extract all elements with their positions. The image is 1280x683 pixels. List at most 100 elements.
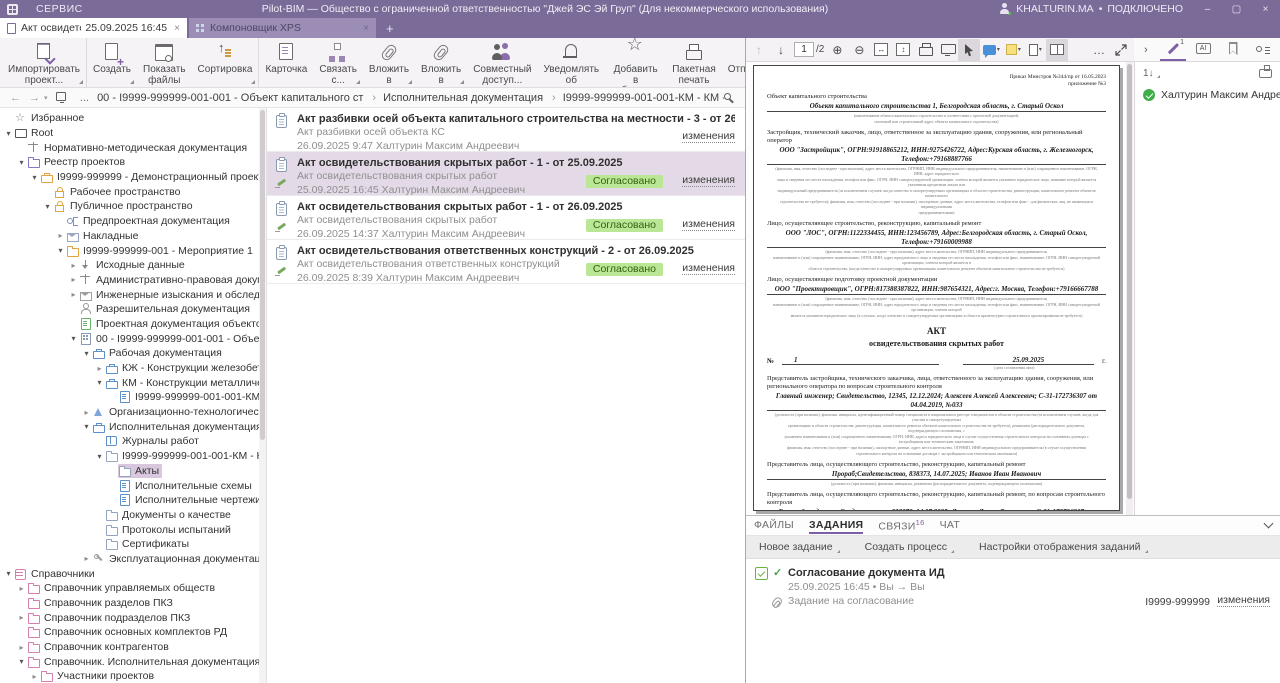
page-up-icon[interactable]: ↑ — [748, 39, 770, 61]
tree-item[interactable]: Справочник. Исполнительная документация — [0, 654, 259, 669]
page-number-input[interactable]: 1 — [794, 42, 814, 57]
toolbar-button[interactable]: Связать с... — [313, 38, 363, 87]
tree-item[interactable]: Рабочее пространство — [0, 184, 259, 199]
tree-item[interactable]: Организационно-технологическая док... — [0, 405, 259, 420]
breadcrumb-item[interactable]: Исполнительная документация — [365, 92, 545, 104]
tree-item[interactable]: Участники проектов — [0, 669, 259, 683]
toolbar-button[interactable]: Совместный доступ... — [467, 38, 537, 87]
tree-item[interactable]: Исходные данные — [0, 258, 259, 273]
toolbar-button[interactable]: Вложить в процесс — [415, 38, 467, 87]
tree-item[interactable]: Рабочая документация — [0, 346, 259, 361]
tree-item[interactable]: Справочник управляемых обществ — [0, 581, 259, 596]
expander-icon[interactable] — [81, 349, 92, 358]
history-dropdown-icon[interactable]: ▾ — [44, 94, 50, 102]
tree-item[interactable]: Эксплуатационная документация — [0, 552, 259, 567]
viewer-scrollbar[interactable] — [1126, 62, 1133, 515]
tree-item[interactable]: Root — [0, 126, 259, 141]
minimize-button[interactable]: – — [1193, 0, 1222, 18]
changes-link[interactable]: изменения — [682, 219, 735, 231]
tree-item[interactable]: I9999-999999-001-001-КМ - КМ - Кон... — [0, 449, 259, 464]
toolbar-button[interactable]: Создать — [86, 38, 137, 87]
tree-item[interactable]: Протоколы испытаний — [0, 522, 259, 537]
expander-icon[interactable] — [94, 378, 105, 387]
changes-link[interactable]: изменения — [682, 131, 735, 143]
tasks-toolbar-button[interactable]: Создать процесс — [860, 541, 954, 553]
expander-icon[interactable] — [68, 290, 79, 299]
toolbar-button[interactable]: Карточка — [258, 38, 313, 87]
close-button[interactable]: × — [1251, 0, 1280, 18]
tree-item[interactable]: Справочник контрагентов — [0, 640, 259, 655]
document-list-item[interactable]: Акт освидетельствования скрытых работ - … — [267, 152, 745, 196]
tree-item[interactable]: Исполнительная документация — [0, 419, 259, 434]
breadcrumb-item[interactable]: I9999-999999-001-001-КМ - КМ - Конструкц… — [545, 92, 724, 104]
tree-item[interactable]: Акты — [0, 464, 259, 479]
toolbar-button[interactable]: Сортировка — [192, 38, 259, 87]
tree-item[interactable]: КМ - Конструкции металлические — [0, 375, 259, 390]
breadcrumb-overflow[interactable]: ... — [80, 92, 89, 104]
zoom-out-icon[interactable]: ⊖ — [848, 39, 870, 61]
tasks-toolbar-button[interactable]: Новое задание — [754, 541, 840, 553]
pointer-tool-icon[interactable] — [958, 39, 980, 61]
fit-height-icon[interactable]: ↕ — [892, 39, 914, 61]
bottom-tab[interactable]: СВЯЗИ16 — [878, 516, 924, 536]
collapse-bottom-panel-icon[interactable] — [1264, 519, 1274, 529]
expander-icon[interactable] — [81, 408, 92, 417]
toolbar-button[interactable]: Показать файлы на диске — [137, 38, 192, 87]
back-icon[interactable]: ← — [6, 92, 25, 104]
search-icon[interactable] — [724, 93, 731, 100]
bottom-tab[interactable]: ЗАДАНИЯ — [809, 517, 863, 534]
add-comment-icon[interactable]: ▾ — [980, 39, 1002, 61]
expander-icon[interactable] — [81, 554, 92, 563]
document-viewer[interactable]: Приказ Минстроя №344/пр от 16.05.2023при… — [746, 62, 1134, 515]
tab-xps-composer[interactable]: Компоновщик XPS × — [189, 18, 376, 38]
presentation-icon[interactable] — [936, 39, 958, 61]
new-tab-button[interactable]: + — [376, 18, 404, 38]
expander-icon[interactable] — [94, 364, 105, 373]
tree-item[interactable]: Разрешительная документация — [0, 302, 259, 317]
document-list-item[interactable]: Акт освидетельствования скрытых работ - … — [267, 196, 745, 240]
expander-icon[interactable] — [3, 569, 14, 578]
two-page-view-icon[interactable] — [1046, 39, 1068, 61]
expander-icon[interactable] — [16, 158, 27, 167]
changes-link[interactable]: изменения — [1217, 595, 1270, 607]
tree-item[interactable]: Административно-правовая документация — [0, 273, 259, 288]
tree-item[interactable]: Журналы работ — [0, 434, 259, 449]
tree-item[interactable]: Справочник основных комплектов РД — [0, 625, 259, 640]
expander-icon[interactable] — [16, 657, 27, 666]
new-page-note-icon[interactable]: ▾ — [1024, 39, 1046, 61]
sort-dropdown-icon[interactable] — [1157, 75, 1160, 78]
tree-item[interactable]: Реестр проектов — [0, 155, 259, 170]
expander-icon[interactable] — [68, 261, 79, 270]
fit-width-icon[interactable]: ↔ — [870, 39, 892, 61]
tab-ai-recognition[interactable]: AI — [1190, 38, 1216, 61]
maximize-button[interactable]: ▢ — [1222, 0, 1251, 18]
print-icon[interactable] — [914, 39, 936, 61]
tree-item[interactable]: Публичное пространство — [0, 199, 259, 214]
more-tools-icon[interactable]: … — [1088, 39, 1110, 61]
tree-scrollbar[interactable] — [259, 108, 266, 683]
toolbar-button[interactable]: Добавить в избранное — [605, 38, 666, 87]
tasks-toolbar-button[interactable]: Настройки отображения заданий — [974, 541, 1148, 553]
tab-bookmarks[interactable] — [1220, 38, 1246, 61]
tree-item[interactable]: I9999-999999-001 - Мероприятие 1 — [0, 243, 259, 258]
collapse-panel-icon[interactable]: › — [1138, 44, 1154, 56]
tree-item[interactable]: Документы о качестве — [0, 508, 259, 523]
tree-item[interactable]: Инженерные изыскания и обследования — [0, 287, 259, 302]
expander-icon[interactable] — [16, 584, 27, 593]
fullscreen-icon[interactable] — [1110, 39, 1132, 61]
expander-icon[interactable] — [81, 422, 92, 431]
tree-item[interactable]: КЖ - Конструкции железобетонные — [0, 361, 259, 376]
forward-icon[interactable]: → — [25, 92, 44, 104]
expander-icon[interactable] — [94, 452, 105, 461]
tree-item[interactable]: Справочник разделов ПКЗ — [0, 596, 259, 611]
tree-item[interactable]: Исполнительные схемы — [0, 478, 259, 493]
task-checkbox-icon[interactable] — [755, 567, 768, 580]
scrollbar-thumb[interactable] — [1127, 64, 1132, 499]
expander-icon[interactable] — [68, 275, 79, 284]
tree-item[interactable]: Накладные — [0, 229, 259, 244]
signer-item[interactable]: Халтурин Максим Андреевич (С... — [1135, 84, 1280, 106]
tab-search-annotations[interactable] — [1250, 38, 1276, 61]
tree-item[interactable]: Проектная документация объектов капита..… — [0, 317, 259, 332]
tree-item[interactable]: I9999-999999 - Демонстрационный проект — [0, 170, 259, 185]
tab-document[interactable]: Акт освидетельствовани... 25.09.2025 16:… — [0, 18, 187, 38]
